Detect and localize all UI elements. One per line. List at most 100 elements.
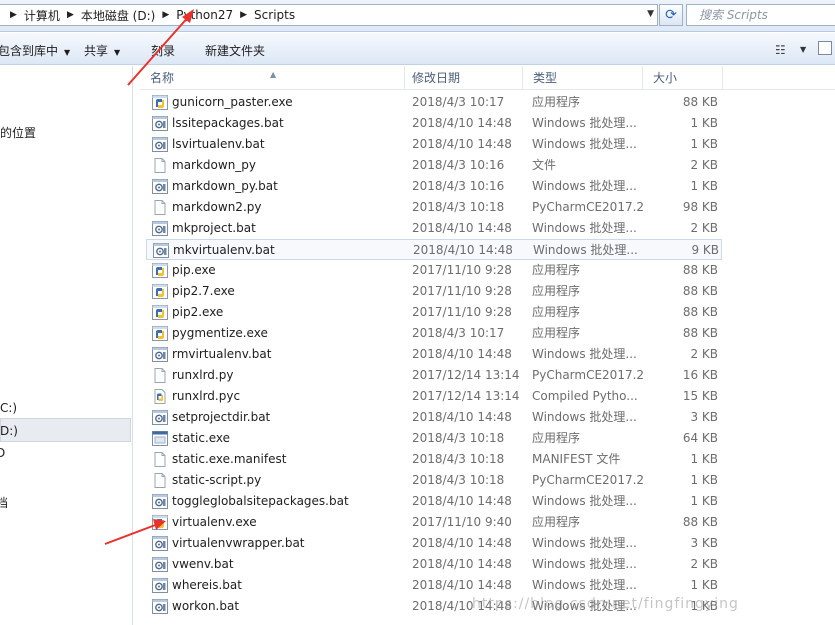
column-header-size[interactable]: 大小 xyxy=(643,66,723,90)
column-header-type[interactable]: 类型 xyxy=(523,66,643,90)
file-row[interactable]: pip.exe 2017/11/10 9:28 应用程序 88 KB xyxy=(146,260,722,281)
file-name: runxlrd.pyc xyxy=(172,389,241,403)
file-modified-date: 2017/11/10 9:28 xyxy=(412,263,512,277)
file-row[interactable]: markdown_py 2018/4/3 10:16 文件 2 KB xyxy=(146,155,722,176)
file-modified-date: 2018/4/10 14:48 xyxy=(412,137,512,151)
file-modified-date: 2018/4/10 14:48 xyxy=(412,536,512,550)
new-folder-button[interactable]: 新建文件夹 xyxy=(205,42,265,59)
breadcrumb-computer[interactable]: 计算机 xyxy=(24,7,60,24)
column-header-date[interactable]: 修改日期 xyxy=(402,66,523,90)
file-row[interactable]: whereis.bat 2018/4/10 14:48 Windows 批处理...… xyxy=(146,575,722,596)
file-size: 3 KB xyxy=(690,410,718,424)
file-type: Windows 批处理... xyxy=(532,221,637,235)
file-row[interactable]: toggleglobalsitepackages.bat 2018/4/10 14… xyxy=(146,491,722,512)
nav-item-drive-e[interactable]: D xyxy=(0,446,5,460)
file-name: virtualenvwrapper.bat xyxy=(172,536,305,550)
chevron-right-icon[interactable]: ▶ xyxy=(10,10,17,20)
share-button[interactable]: 共享 ▼ xyxy=(84,42,120,59)
chevron-right-icon[interactable]: ▶ xyxy=(67,10,74,20)
chevron-right-icon[interactable]: ▶ xyxy=(240,10,247,20)
file-row[interactable]: runxlrd.py 2017/12/14 13:14 PyCharmCE2017.… xyxy=(146,365,722,386)
chevron-down-icon: ▼ xyxy=(64,48,71,57)
refresh-button[interactable]: ⟳ xyxy=(659,4,683,26)
file-row[interactable]: pip2.7.exe 2017/11/10 9:28 应用程序 88 KB xyxy=(146,281,722,302)
file-row[interactable]: lsvirtualenv.bat 2018/4/10 14:48 Windows 批… xyxy=(146,134,722,155)
file-name: lsvirtualenv.bat xyxy=(172,137,265,151)
file-row[interactable]: setprojectdir.bat 2018/4/10 14:48 Windows … xyxy=(146,407,722,428)
file-row[interactable]: lssitepackages.bat 2018/4/10 14:48 Windows… xyxy=(146,113,722,134)
file-modified-date: 2018/4/10 14:48 xyxy=(412,410,512,424)
file-name: mkproject.bat xyxy=(172,221,256,235)
include-in-library-button[interactable]: 包含到库中 ▼ xyxy=(0,42,70,59)
nav-selection-highlight xyxy=(0,418,131,442)
file-size: 88 KB xyxy=(682,326,718,340)
file-row[interactable]: mkvirtualenv.bat 2018/4/10 14:48 Windows 批… xyxy=(146,239,722,260)
file-row[interactable]: static-script.py 2018/4/3 10:18 PyCharmCE2… xyxy=(146,470,722,491)
nav-item-drive-c[interactable]: C:) xyxy=(0,401,17,415)
file-modified-date: 2018/4/3 10:17 xyxy=(412,95,505,109)
file-modified-date: 2018/4/10 14:48 xyxy=(412,221,512,235)
file-type: PyCharmCE2017.2 xyxy=(532,368,644,382)
file-size: 88 KB xyxy=(682,284,718,298)
file-type: PyCharmCE2017.2 xyxy=(532,200,644,214)
view-details-icon[interactable]: ☷ xyxy=(775,43,786,57)
file-type: 应用程序 xyxy=(532,326,581,340)
file-name: lssitepackages.bat xyxy=(172,116,284,130)
file-row[interactable]: markdown2.py 2018/4/3 10:18 PyCharmCE2017.… xyxy=(146,197,722,218)
file-row[interactable]: static.exe 2018/4/3 10:18 应用程序 64 KB xyxy=(146,428,722,449)
nav-item-documents[interactable]: 档 xyxy=(0,494,8,511)
file-size: 1 KB xyxy=(690,179,718,193)
file-row[interactable]: static.exe.manifest 2018/4/3 10:18 MANIFES… xyxy=(146,449,722,470)
file-row[interactable]: mkproject.bat 2018/4/10 14:48 Windows 批处理.… xyxy=(146,218,722,239)
file-name: rmvirtualenv.bat xyxy=(172,347,272,361)
file-row[interactable]: markdown_py.bat 2018/4/3 10:16 Windows 批处理… xyxy=(146,176,722,197)
file-name: runxlrd.py xyxy=(172,368,234,382)
file-modified-date: 2017/11/10 9:28 xyxy=(412,284,512,298)
file-size: 88 KB xyxy=(682,95,718,109)
file-type: Windows 批处理... xyxy=(532,494,637,508)
file-name: markdown_py.bat xyxy=(172,179,278,193)
file-size: 1 KB xyxy=(690,116,718,130)
file-type: 应用程序 xyxy=(532,431,581,445)
file-size: 88 KB xyxy=(682,515,718,529)
file-row[interactable]: virtualenvwrapper.bat 2018/4/10 14:48 Wind… xyxy=(146,533,722,554)
file-row[interactable]: runxlrd.pyc 2017/12/14 13:14 Compiled Pyth… xyxy=(146,386,722,407)
file-type: Windows 批处理... xyxy=(532,410,637,424)
file-row[interactable]: gunicorn_paster.exe 2018/4/3 10:17 应用程序 88 … xyxy=(146,92,722,113)
view-dropdown-icon[interactable]: ▼ xyxy=(800,45,806,54)
file-name: whereis.bat xyxy=(172,578,242,592)
address-dropdown-icon[interactable]: ▼ xyxy=(647,9,654,19)
file-size: 3 KB xyxy=(690,536,718,550)
file-row[interactable]: pip2.exe 2017/11/10 9:28 应用程序 88 KB xyxy=(146,302,722,323)
search-input[interactable]: 搜索 Scripts xyxy=(686,4,835,26)
file-name: markdown_py xyxy=(172,158,257,172)
annotation-arrow-top xyxy=(127,9,194,86)
file-type: Windows 批处理... xyxy=(533,243,638,257)
file-modified-date: 2018/4/10 14:48 xyxy=(412,116,512,130)
file-row[interactable]: rmvirtualenv.bat 2018/4/10 14:48 Windows 批… xyxy=(146,344,722,365)
file-modified-date: 2017/11/10 9:40 xyxy=(412,515,512,529)
file-name: pygmentize.exe xyxy=(172,326,268,340)
file-row[interactable]: vwenv.bat 2018/4/10 14:48 Windows 批处理... 2 … xyxy=(146,554,722,575)
breadcrumb-scripts[interactable]: Scripts xyxy=(254,8,295,22)
nav-item-recent-places[interactable]: 的位置 xyxy=(0,124,36,141)
file-size: 9 KB xyxy=(691,243,719,257)
file-modified-date: 2018/4/3 10:17 xyxy=(412,326,505,340)
column-header: ▲ 名称 修改日期 类型 大小 xyxy=(140,66,835,90)
file-size: 2 KB xyxy=(690,557,718,571)
sort-ascending-icon: ▲ xyxy=(270,70,277,79)
file-row[interactable]: virtualenv.exe 2017/11/10 9:40 应用程序 88 KB xyxy=(146,512,722,533)
preview-pane-icon[interactable] xyxy=(818,41,832,55)
file-size: 2 KB xyxy=(690,221,718,235)
file-size: 98 KB xyxy=(682,200,718,214)
nav-item-drive-d[interactable]: D:) xyxy=(0,424,18,438)
file-name: static.exe xyxy=(172,431,231,445)
file-row[interactable]: pygmentize.exe 2018/4/3 10:17 应用程序 88 KB xyxy=(146,323,722,344)
file-size: 2 KB xyxy=(690,347,718,361)
address-bar[interactable]: ▶ 计算机 ▶ 本地磁盘 (D:) ▶ Python27 ▶ Scripts ▼ xyxy=(0,4,658,26)
file-type: 文件 xyxy=(532,158,557,172)
file-name: pip2.exe xyxy=(172,305,224,319)
file-type: 应用程序 xyxy=(532,515,581,529)
file-type: 应用程序 xyxy=(532,95,581,109)
file-type: Compiled Pytho... xyxy=(532,389,638,403)
